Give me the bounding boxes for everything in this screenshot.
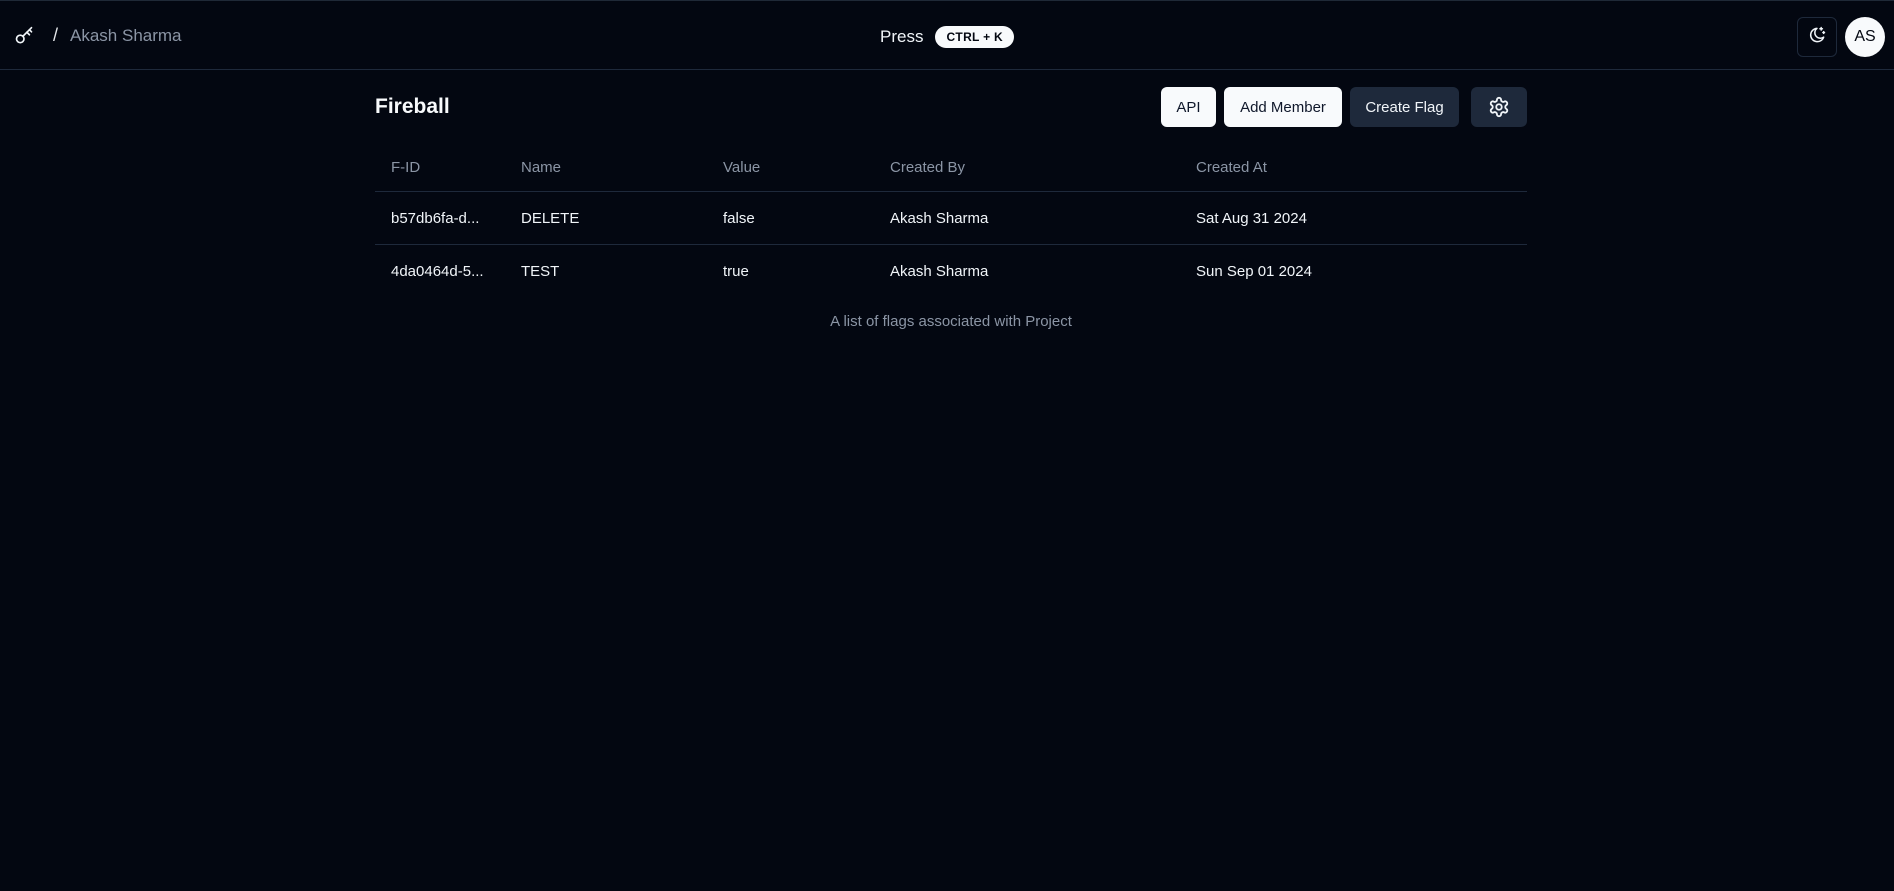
- page-title: Fireball: [375, 95, 450, 118]
- command-palette-hint[interactable]: Press CTRL + K: [880, 26, 1014, 48]
- column-header-name: Name: [521, 158, 562, 176]
- shortcut-badge: CTRL + K: [935, 26, 1014, 48]
- flag-id-cell: b57db6fa-d...: [391, 209, 480, 227]
- created-at-cell: Sat Aug 31 2024: [1196, 209, 1307, 227]
- column-header-fid: F-ID: [391, 158, 421, 176]
- breadcrumb-user-name[interactable]: Akash Sharma: [70, 26, 182, 46]
- created-by-cell: Akash Sharma: [890, 262, 989, 280]
- theme-toggle-button[interactable]: [1797, 17, 1837, 57]
- flag-name-cell: DELETE: [521, 209, 580, 227]
- add-member-button[interactable]: Add Member: [1224, 87, 1342, 127]
- settings-button[interactable]: [1471, 87, 1527, 127]
- created-at-cell: Sun Sep 01 2024: [1196, 262, 1312, 280]
- flag-name-cell: TEST: [521, 262, 560, 280]
- column-header-value: Value: [723, 158, 761, 176]
- top-navbar: / Akash Sharma Press CTRL + K AS: [0, 0, 1894, 70]
- column-header-created-at: Created At: [1196, 158, 1267, 176]
- column-header-created-by: Created By: [890, 158, 966, 176]
- avatar[interactable]: AS: [1845, 17, 1885, 57]
- press-label: Press: [880, 27, 924, 46]
- created-by-cell: Akash Sharma: [890, 209, 989, 227]
- breadcrumb: / Akash Sharma: [14, 25, 182, 46]
- moon-sparkle-icon: [1807, 25, 1827, 50]
- flag-id-cell: 4da0464d-5...: [391, 262, 484, 280]
- gear-icon: [1488, 96, 1510, 118]
- flag-value-cell: false: [723, 209, 755, 227]
- flag-value-cell: true: [723, 262, 749, 280]
- api-button[interactable]: API: [1161, 87, 1216, 127]
- breadcrumb-separator: /: [53, 25, 59, 45]
- table-row[interactable]: b57db6fa-d... DELETE false Akash Sharma …: [375, 192, 1527, 245]
- table-header-row: F-ID Name Value Created By Created At: [375, 143, 1527, 192]
- create-flag-button[interactable]: Create Flag: [1350, 87, 1459, 127]
- flags-table: F-ID Name Value Created By Created At b5…: [375, 143, 1527, 297]
- key-icon[interactable]: [14, 26, 34, 46]
- table-caption: A list of flags associated with Project: [830, 313, 1072, 330]
- table-row[interactable]: 4da0464d-5... TEST true Akash Sharma Sun…: [375, 245, 1527, 297]
